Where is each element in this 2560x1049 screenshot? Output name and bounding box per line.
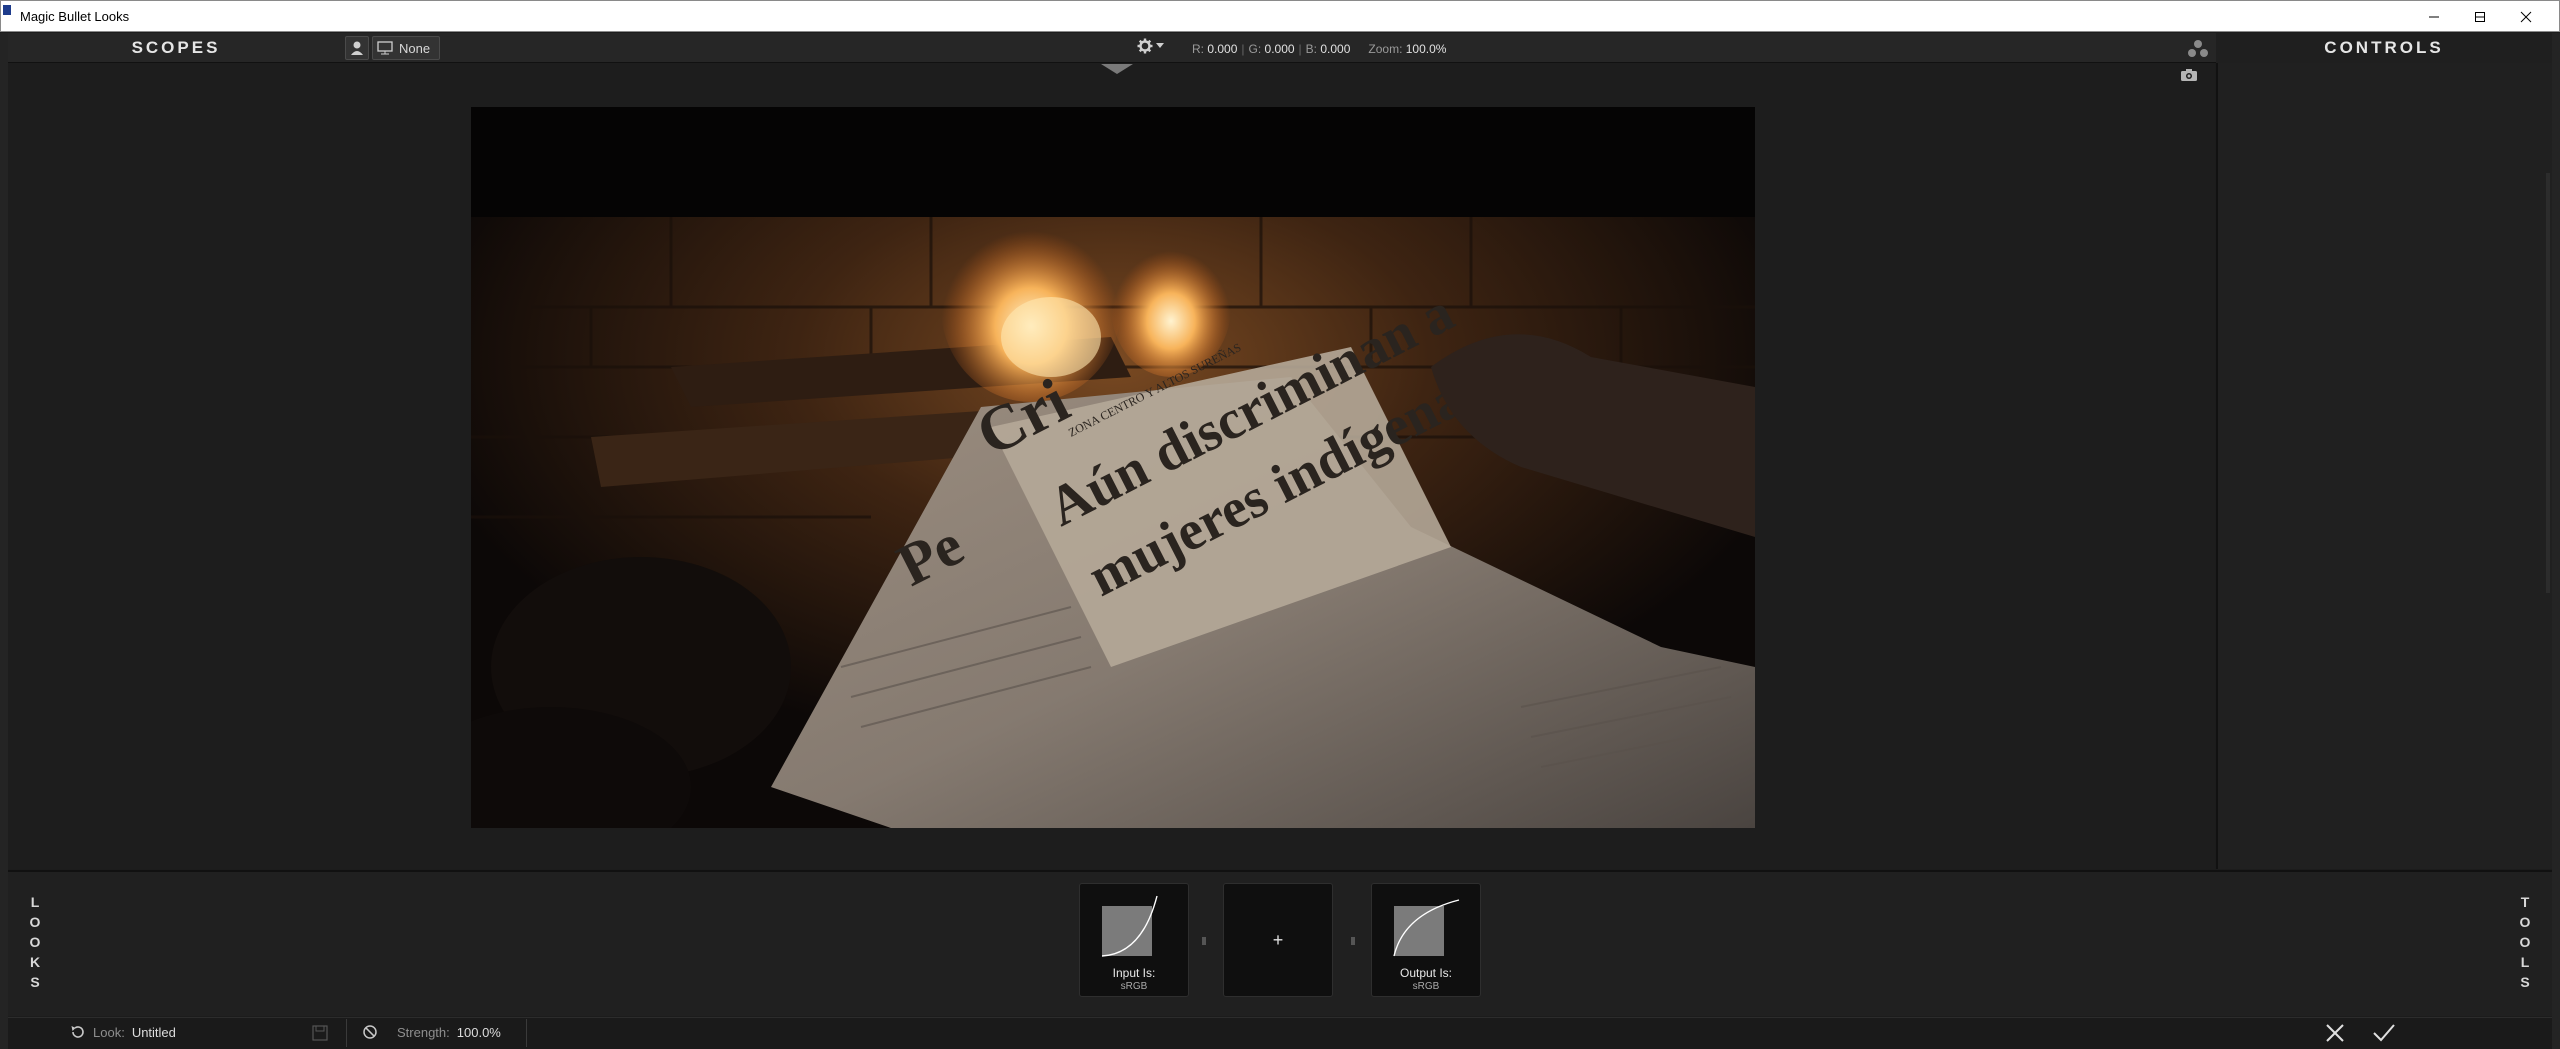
plus-icon: + [1272, 929, 1284, 950]
left-edge [0, 33, 8, 1049]
looks-drawer-tab[interactable]: LOOKS [21, 895, 49, 989]
look-label: Look: [93, 1024, 125, 1040]
minimize-icon [2429, 16, 2439, 17]
person-icon [351, 41, 363, 55]
look-status: Look: Untitled [70, 1024, 176, 1040]
zoom-value: 100.0% [1405, 42, 1447, 56]
cancel-button[interactable] [2324, 1022, 2346, 1049]
close-window-button[interactable] [2503, 1, 2549, 32]
chevron-down-icon [1156, 43, 1164, 48]
chain-connector [1202, 937, 1206, 945]
input-tool-tile[interactable]: Input Is: sRGB [1079, 883, 1189, 997]
monitor-value: None [399, 40, 431, 56]
person-button[interactable] [345, 36, 369, 60]
window-titlebar: Magic Bullet Looks [0, 0, 2560, 32]
strength-status[interactable]: Strength: 100.0% [362, 1024, 501, 1040]
minimize-button-alt[interactable] [2411, 1, 2457, 32]
reset-icon[interactable] [70, 1024, 86, 1040]
color-dots-icon[interactable] [2186, 39, 2210, 64]
input-value: sRGB [1120, 981, 1148, 992]
checkmark-icon [2373, 1024, 2395, 1042]
maximize-icon [2475, 11, 2485, 22]
maximize-button[interactable] [2457, 1, 2503, 32]
strength-label: Strength: [397, 1024, 450, 1040]
r-value: 0.000 [1207, 42, 1238, 56]
scopes-tab[interactable]: SCOPES [8, 33, 344, 63]
apply-button[interactable] [2372, 1022, 2396, 1049]
status-divider [346, 1019, 347, 1047]
g-value: 0.000 [1264, 42, 1295, 56]
b-value: 0.000 [1320, 42, 1351, 56]
controls-scrollbar[interactable] [2546, 173, 2550, 593]
right-edge [2552, 33, 2560, 1049]
viewer-pulldown-tab[interactable] [1101, 64, 1133, 74]
add-tool-button[interactable]: + [1223, 883, 1333, 997]
input-label: Input Is: [1112, 966, 1156, 980]
preview-image[interactable]: Aún discriminan a mujeres indígenas Cri … [471, 107, 1755, 828]
save-look-icon[interactable] [312, 1025, 328, 1046]
controls-tab[interactable]: CONTROLS [2216, 33, 2552, 63]
settings-menu[interactable] [1137, 38, 1164, 54]
output-label: Output Is: [1399, 966, 1453, 980]
controls-panel [2216, 63, 2552, 869]
monitor-icon [377, 41, 393, 55]
status-divider [526, 1019, 527, 1047]
camera-icon[interactable] [2180, 68, 2198, 87]
output-tool-tile[interactable]: Output Is: sRGB [1371, 883, 1481, 997]
output-curve-icon [1393, 899, 1460, 957]
close-icon [2326, 1024, 2344, 1042]
strength-value[interactable]: 100.0% [457, 1025, 501, 1040]
look-name[interactable]: Untitled [132, 1025, 176, 1040]
chain-connector [1351, 937, 1355, 945]
strength-icon [363, 1025, 377, 1039]
window-title: Magic Bullet Looks [20, 9, 130, 24]
monitor-select[interactable]: None [372, 36, 440, 60]
output-value: sRGB [1412, 981, 1440, 992]
pixel-readout: R: 0.000 | G: 0.000 | B: 0.000 Zoom: 100.0% [1192, 42, 1447, 56]
close-icon [2520, 11, 2532, 22]
gear-icon [1137, 38, 1153, 54]
input-curve-icon [1101, 895, 1158, 957]
tools-drawer-tab[interactable]: TOOLS [2511, 895, 2539, 989]
app-icon [3, 5, 11, 15]
